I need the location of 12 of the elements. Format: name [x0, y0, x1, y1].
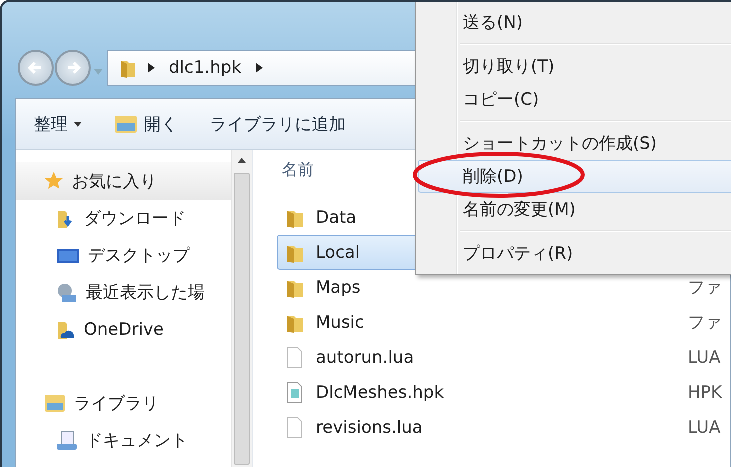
file-type: HPK: [688, 382, 722, 402]
file-name: revisions.lua: [316, 418, 423, 438]
file-name: Maps: [316, 278, 361, 298]
file-name: DlcMeshes.hpk: [316, 382, 444, 402]
file-name: Music: [316, 312, 364, 332]
file-type: LUA: [688, 348, 721, 368]
file-name: autorun.lua: [316, 348, 414, 368]
file-type: ファ: [688, 312, 722, 334]
file-type: LUA: [688, 418, 721, 438]
file-name: Data: [316, 208, 357, 228]
file-type: ファ: [688, 277, 722, 299]
file-name: Local: [316, 242, 360, 262]
